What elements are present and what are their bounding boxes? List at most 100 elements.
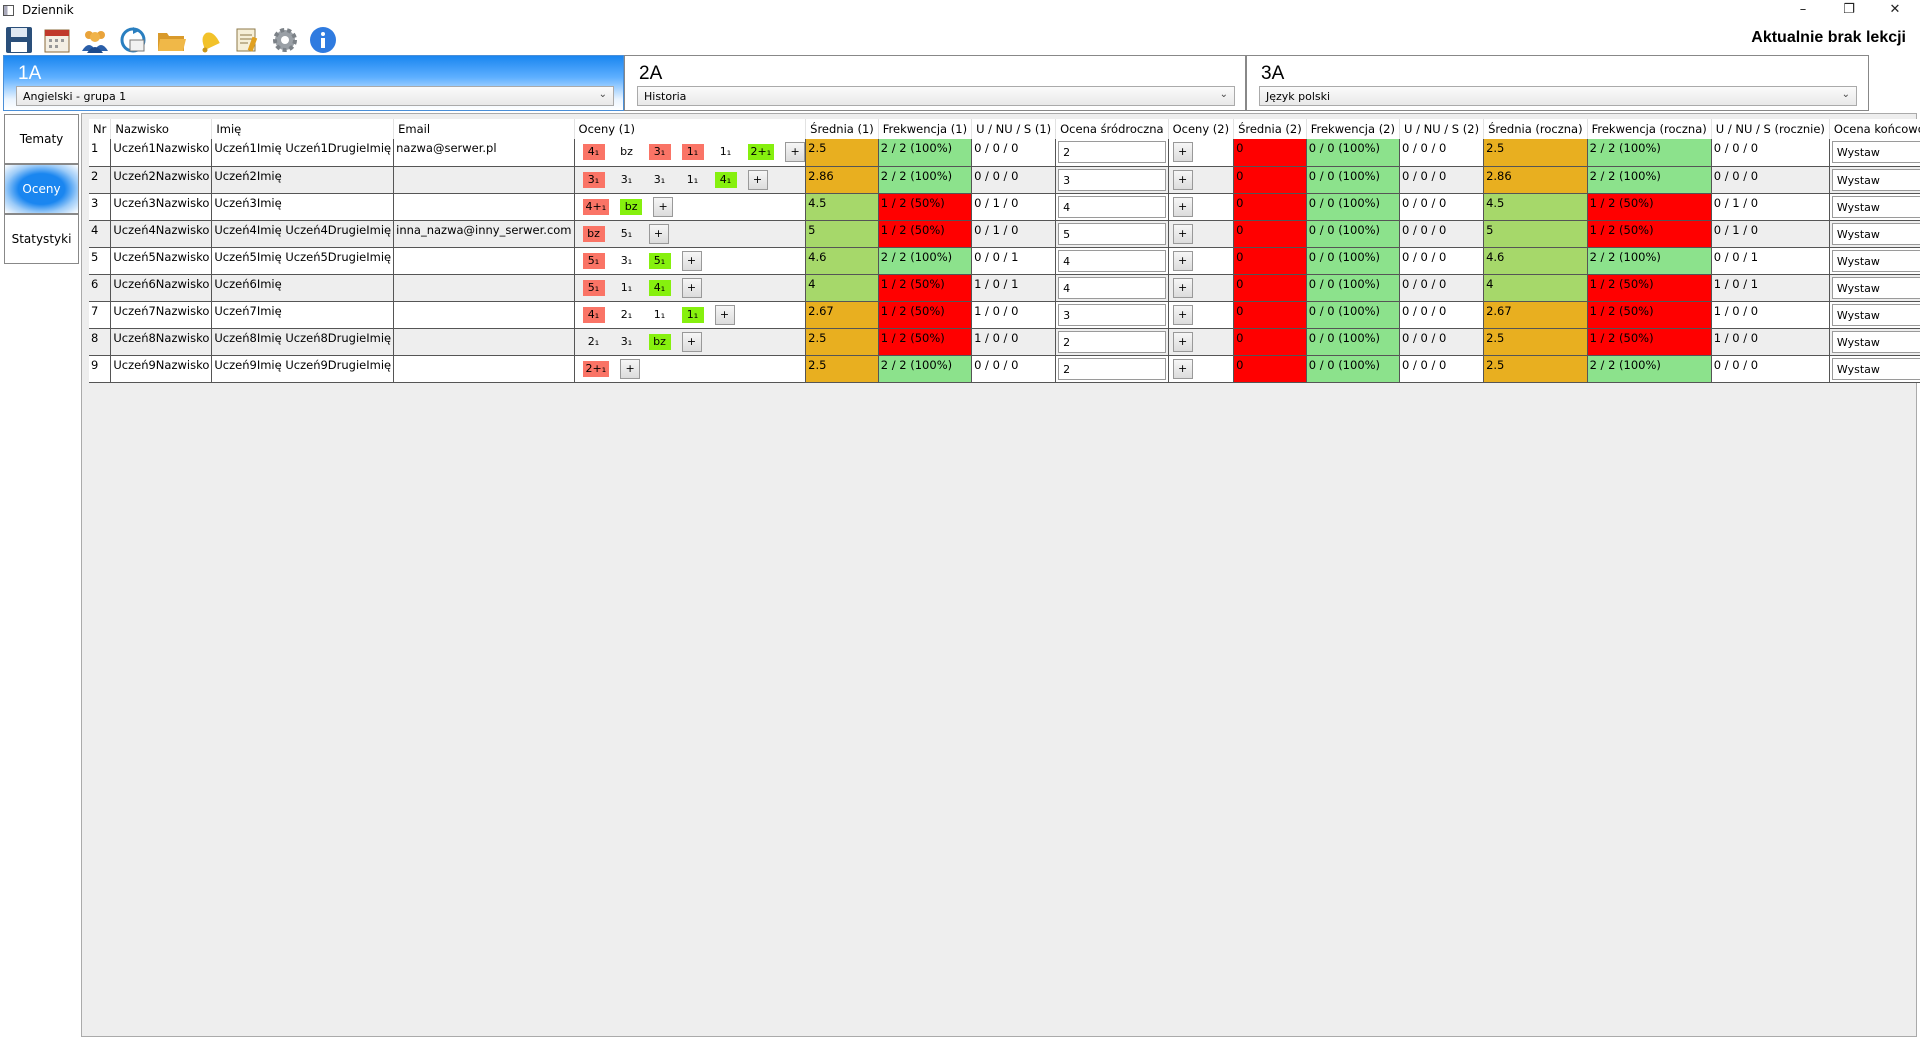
grade-chip[interactable]: 2₁ (583, 334, 605, 350)
grade-chip[interactable]: 4₁ (582, 306, 605, 323)
add-grade-button[interactable]: + (1172, 304, 1193, 325)
add-grade-button[interactable]: + (681, 331, 702, 352)
subject-select[interactable]: Angielski - grupa 1 ⌄ (16, 86, 614, 106)
grade-chip[interactable]: 2₁ (616, 307, 638, 323)
final-grade-button[interactable]: Wystaw (1831, 222, 1920, 245)
grade-chip[interactable]: 3₁ (582, 171, 605, 188)
add-grade-button[interactable]: + (653, 196, 674, 217)
add-grade-button[interactable]: + (1172, 331, 1193, 352)
column-header[interactable]: Ocena końcoworoczna (1829, 119, 1920, 139)
bell-icon[interactable] (194, 25, 226, 55)
final-grade-button[interactable]: Wystaw (1831, 195, 1920, 218)
midyear-grade-input[interactable]: 4 (1058, 249, 1166, 272)
grade-chip[interactable]: bz (616, 144, 638, 160)
add-grade-button[interactable]: + (747, 169, 768, 190)
grade-chip[interactable]: 5₁ (648, 252, 671, 269)
grade-chip[interactable]: 3₁ (648, 144, 671, 160)
column-header[interactable]: U / NU / S (2) (1399, 119, 1485, 139)
column-header[interactable]: U / NU / S (1) (971, 119, 1057, 139)
grade-chip[interactable]: 4₁ (714, 171, 737, 188)
grade-chip[interactable]: 1₁ (715, 144, 737, 160)
add-grade-button[interactable]: + (714, 304, 735, 325)
midyear-grade-input[interactable]: 3 (1058, 168, 1166, 191)
add-grade-button[interactable]: + (1172, 142, 1193, 162)
grade-chip[interactable]: 1₁ (682, 172, 704, 188)
add-grade-button[interactable]: + (1172, 250, 1193, 271)
add-grade-button[interactable]: + (1172, 196, 1193, 217)
sync-icon[interactable] (118, 25, 150, 55)
column-header[interactable]: Frekwencja (roczna) (1587, 119, 1712, 139)
add-grade-button[interactable]: + (1172, 223, 1193, 244)
column-header[interactable]: Frekwencja (2) (1306, 119, 1401, 139)
grade-chip[interactable]: 2+₁ (582, 360, 610, 377)
nav-tematy[interactable]: Tematy (4, 114, 79, 164)
grade-chip[interactable]: 1₁ (681, 306, 704, 323)
midyear-grade-input[interactable]: 5 (1058, 222, 1166, 245)
column-header[interactable]: Średnia (roczna) (1483, 119, 1588, 139)
midyear-grade-input[interactable]: 2 (1058, 357, 1166, 380)
notes-icon[interactable] (232, 25, 264, 55)
column-header[interactable]: Email (393, 119, 575, 139)
subject-select[interactable]: Język polski ⌄ (1259, 86, 1857, 106)
grade-chip[interactable]: 1₁ (616, 280, 638, 296)
final-grade-button[interactable]: Wystaw (1831, 168, 1920, 191)
column-header[interactable]: Frekwencja (1) (878, 119, 973, 139)
grade-chip[interactable]: bz (582, 225, 605, 242)
subject-select[interactable]: Historia ⌄ (637, 86, 1235, 106)
final-grade-button[interactable]: Wystaw (1831, 249, 1920, 272)
column-header[interactable]: Nazwisko (110, 119, 213, 139)
grade-chip[interactable]: bz (620, 198, 643, 215)
final-grade-button[interactable]: Wystaw (1831, 330, 1920, 353)
grade-chip[interactable]: 3₁ (616, 334, 638, 350)
class-tab-3a[interactable]: 3A Język polski ⌄ (1246, 55, 1869, 111)
add-grade-button[interactable]: + (785, 142, 805, 162)
grade-chip[interactable]: 1₁ (649, 307, 671, 323)
grade-chip[interactable]: 1₁ (681, 144, 704, 160)
midyear-grade-input[interactable]: 4 (1058, 195, 1166, 218)
grade-chip[interactable]: 4+₁ (582, 198, 610, 215)
class-tab-1a[interactable]: 1A Angielski - grupa 1 ⌄ (3, 55, 624, 111)
settings-icon[interactable] (270, 25, 302, 55)
calendar-icon[interactable] (42, 25, 74, 55)
final-grade-button[interactable]: Wystaw (1831, 276, 1920, 299)
add-grade-button[interactable]: + (1172, 277, 1193, 298)
restore-button[interactable]: ❐ (1826, 0, 1872, 20)
grade-chip[interactable]: 5₁ (616, 226, 638, 242)
grade-chip[interactable]: 5₁ (582, 252, 605, 269)
column-header[interactable]: Oceny (1) (574, 119, 807, 139)
column-header[interactable]: Nr (89, 119, 112, 139)
add-grade-button[interactable]: + (1172, 358, 1193, 379)
grade-chip[interactable]: 3₁ (616, 253, 638, 269)
add-grade-button[interactable]: + (620, 358, 641, 379)
add-grade-button[interactable]: + (681, 250, 702, 271)
grade-chip[interactable]: 3₁ (616, 172, 638, 188)
midyear-grade-input[interactable]: 2 (1058, 141, 1166, 163)
info-icon[interactable] (308, 25, 340, 55)
midyear-grade-input[interactable]: 3 (1058, 303, 1166, 326)
users-icon[interactable] (80, 25, 112, 55)
column-header[interactable]: Imię (211, 119, 395, 139)
minimize-button[interactable]: – (1780, 0, 1826, 20)
midyear-grade-input[interactable]: 2 (1058, 330, 1166, 353)
column-header[interactable]: Ocena śródroczna (1055, 119, 1169, 139)
column-header[interactable]: Średnia (1) (805, 119, 879, 139)
add-grade-button[interactable]: + (1172, 169, 1193, 190)
grade-chip[interactable]: 4₁ (648, 279, 671, 296)
final-grade-button[interactable]: Wystaw (1831, 303, 1920, 326)
grade-chip[interactable]: 4₁ (582, 144, 605, 160)
nav-statystyki[interactable]: Statystyki (4, 214, 79, 264)
grade-chip[interactable]: 3₁ (649, 172, 671, 188)
save-icon[interactable] (4, 25, 36, 55)
column-header[interactable]: Średnia (2) (1233, 119, 1307, 139)
grade-chip[interactable]: 2+₁ (747, 144, 775, 160)
close-button[interactable]: ✕ (1872, 0, 1918, 20)
column-header[interactable]: Oceny (2) (1168, 119, 1235, 139)
column-header[interactable]: U / NU / S (rocznie) (1711, 119, 1830, 139)
nav-oceny[interactable]: Oceny (4, 164, 79, 214)
final-grade-button[interactable]: Wystaw (1831, 141, 1920, 163)
grade-chip[interactable]: bz (648, 333, 671, 350)
final-grade-button[interactable]: Wystaw (1831, 357, 1920, 380)
midyear-grade-input[interactable]: 4 (1058, 276, 1166, 299)
folder-icon[interactable] (156, 25, 188, 55)
add-grade-button[interactable]: + (648, 223, 669, 244)
